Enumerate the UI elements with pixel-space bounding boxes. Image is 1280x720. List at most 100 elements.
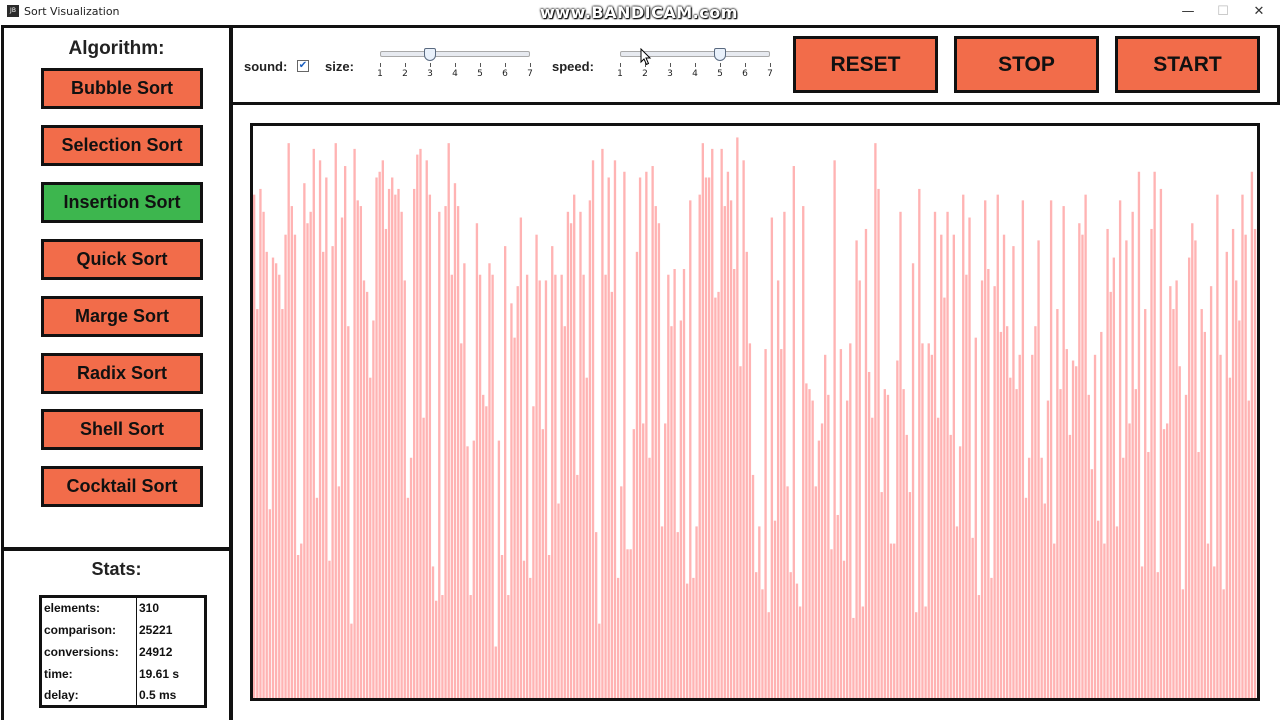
array-bar bbox=[1027, 457, 1031, 698]
array-bar bbox=[664, 423, 667, 698]
array-bar bbox=[331, 246, 334, 698]
array-bar bbox=[253, 194, 256, 698]
radix-sort-button[interactable]: Radix Sort bbox=[41, 353, 203, 394]
array-bar bbox=[984, 200, 987, 698]
slider-tick-label: 4 bbox=[692, 69, 698, 79]
array-bar bbox=[322, 251, 325, 698]
array-bar bbox=[1024, 497, 1028, 698]
array-bar bbox=[770, 217, 774, 698]
array-bar bbox=[1175, 280, 1178, 698]
array-bar bbox=[598, 623, 601, 698]
array-bar bbox=[1084, 194, 1087, 698]
array-bar bbox=[748, 343, 752, 698]
reset-button[interactable]: RESET bbox=[793, 36, 938, 93]
size-slider-track[interactable] bbox=[380, 51, 530, 57]
close-icon[interactable]: ✕ bbox=[1246, 2, 1272, 22]
array-bar bbox=[795, 583, 799, 698]
array-bar bbox=[695, 526, 698, 698]
array-bar bbox=[1031, 354, 1034, 698]
array-bar bbox=[789, 572, 792, 698]
array-bar bbox=[1250, 171, 1254, 698]
array-bar bbox=[1087, 394, 1090, 698]
array-bar bbox=[723, 206, 726, 698]
array-bar bbox=[438, 211, 441, 698]
array-bar bbox=[513, 337, 516, 698]
array-bar bbox=[811, 400, 814, 698]
array-bar bbox=[767, 612, 770, 698]
array-bar bbox=[1206, 543, 1210, 698]
array-bar bbox=[287, 143, 290, 698]
array-bar bbox=[1144, 309, 1147, 698]
array-bar bbox=[999, 331, 1003, 698]
stat-key: delay: bbox=[40, 684, 137, 707]
array-bar bbox=[284, 234, 287, 698]
array-bar bbox=[729, 200, 733, 698]
array-bar bbox=[1015, 389, 1018, 698]
array-bar bbox=[1200, 309, 1203, 698]
array-bar bbox=[883, 389, 886, 698]
array-bar bbox=[453, 183, 457, 698]
array-bar bbox=[824, 354, 827, 698]
array-bar bbox=[544, 280, 548, 698]
shell-sort-button[interactable]: Shell Sort bbox=[41, 409, 203, 450]
cocktail-sort-button[interactable]: Cocktail Sort bbox=[41, 466, 203, 507]
array-bar bbox=[1187, 257, 1191, 698]
stats-row: elements: 310 bbox=[40, 596, 206, 619]
array-bar bbox=[482, 394, 485, 698]
array-bar bbox=[343, 166, 347, 698]
slider-tick bbox=[770, 63, 771, 67]
bubble-sort-button[interactable]: Bubble Sort bbox=[41, 68, 203, 109]
stop-button[interactable]: STOP bbox=[954, 36, 1099, 93]
array-bar bbox=[397, 188, 400, 698]
sound-checkbox[interactable]: ✔ bbox=[297, 60, 309, 72]
minimize-icon[interactable]: — bbox=[1175, 2, 1201, 22]
array-bar bbox=[1137, 171, 1141, 698]
array-bar bbox=[936, 417, 940, 698]
size-slider-thumb[interactable] bbox=[424, 48, 436, 61]
selection-sort-button[interactable]: Selection Sort bbox=[41, 125, 203, 166]
merge-sort-button[interactable]: Marge Sort bbox=[41, 296, 203, 337]
array-bar bbox=[1169, 286, 1172, 698]
array-bar bbox=[334, 143, 337, 698]
array-bar bbox=[632, 429, 635, 698]
maximize-icon[interactable]: ☐ bbox=[1210, 2, 1236, 22]
array-bar bbox=[1040, 457, 1043, 698]
speed-slider-thumb[interactable] bbox=[714, 48, 726, 61]
array-bar bbox=[378, 171, 381, 698]
array-bar bbox=[1009, 377, 1012, 698]
array-bar bbox=[930, 354, 934, 698]
quick-sort-button[interactable]: Quick Sort bbox=[41, 239, 203, 280]
array-bar bbox=[485, 406, 488, 698]
array-bar bbox=[1071, 360, 1075, 698]
array-bar bbox=[965, 274, 968, 698]
array-bar bbox=[1222, 589, 1225, 698]
array-bar bbox=[886, 394, 890, 698]
array-bar bbox=[554, 274, 557, 698]
array-bar bbox=[707, 177, 711, 698]
array-bar bbox=[971, 537, 974, 698]
array-bar bbox=[510, 303, 513, 698]
slider-tick-label: 7 bbox=[527, 69, 533, 79]
insertion-sort-button[interactable]: Insertion Sort bbox=[41, 182, 203, 223]
array-bar bbox=[845, 400, 849, 698]
array-bar bbox=[262, 211, 265, 698]
array-bar bbox=[296, 555, 300, 698]
array-bar bbox=[469, 595, 472, 698]
array-bar bbox=[547, 555, 551, 698]
array-bar bbox=[1002, 234, 1006, 698]
array-bar bbox=[733, 269, 736, 698]
array-bar bbox=[616, 577, 620, 698]
array-bar bbox=[372, 320, 375, 698]
array-bar bbox=[962, 194, 965, 698]
start-button[interactable]: START bbox=[1115, 36, 1260, 93]
array-bar bbox=[623, 171, 626, 698]
app-icon: JB bbox=[7, 5, 19, 17]
array-bar bbox=[830, 549, 833, 698]
array-bar bbox=[786, 486, 789, 698]
array-bar bbox=[475, 223, 479, 698]
size-slider[interactable]: 1 2 3 4 5 6 7 bbox=[377, 48, 533, 84]
mouse-cursor-icon bbox=[640, 48, 652, 66]
array-bar bbox=[375, 177, 378, 698]
array-bar bbox=[987, 269, 990, 698]
array-bar bbox=[607, 177, 610, 698]
